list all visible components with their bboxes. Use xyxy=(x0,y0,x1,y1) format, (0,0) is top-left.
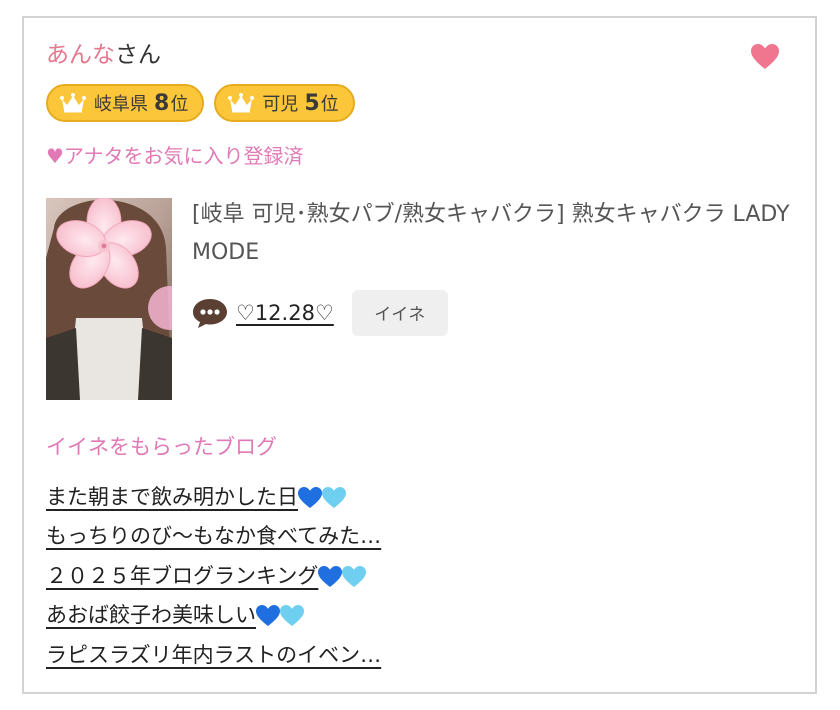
light-blue-heart-icon xyxy=(280,605,304,627)
badge-rank-unit: 位 xyxy=(320,94,339,115)
badge-area: 可児 xyxy=(262,94,299,115)
crown-icon xyxy=(60,93,86,113)
list-item[interactable]: あおば餃子わ美味しい xyxy=(46,595,381,635)
speech-bubble-icon[interactable] xyxy=(192,297,228,329)
badge-rank: 5 xyxy=(304,90,320,116)
heart-icon[interactable] xyxy=(751,44,779,70)
favorite-status: ♥アナタをお気に入り登録済 xyxy=(46,144,304,168)
profile-card: あんなさん 岐阜県 8 位 可児 5 位 ♥アナタをお気に入り登録済 [岐阜 可… xyxy=(22,16,817,694)
ranking-badge-prefecture[interactable]: 岐阜県 8 位 xyxy=(46,84,205,122)
badge-rank-unit: 位 xyxy=(170,94,189,115)
liked-blogs-heading: イイネをもらったブログ xyxy=(46,435,277,459)
ranking-badges: 岐阜県 8 位 可児 5 位 xyxy=(46,84,355,122)
badge-area: 岐阜県 xyxy=(94,94,148,115)
light-blue-heart-icon xyxy=(322,486,346,508)
blog-link-text: あおば餃子わ美味しい xyxy=(46,603,256,628)
post-date-link[interactable]: ♡12.28♡ xyxy=(236,301,334,325)
blog-link-text: ２０２５年ブログランキング xyxy=(46,563,319,588)
blog-link-text: また朝まで飲み明かした日 xyxy=(46,484,298,509)
profile-photo[interactable] xyxy=(46,198,172,400)
list-item[interactable]: ラピスラズリ年内ラストのイベン… xyxy=(46,634,381,674)
list-item[interactable]: また朝まで飲み明かした日 xyxy=(46,476,381,516)
badge-rank: 8 xyxy=(154,90,170,116)
shop-title[interactable]: [岐阜 可児･熟女パブ/熟女キャバクラ] 熟女キャバクラ LADY MODE xyxy=(192,196,802,272)
light-blue-heart-icon xyxy=(342,565,367,587)
crown-icon xyxy=(228,93,255,113)
ranking-badge-city[interactable]: 可児 5 位 xyxy=(214,84,355,122)
blog-link[interactable]: また朝まで飲み明かした日 xyxy=(46,481,346,511)
like-button[interactable]: イイネ xyxy=(351,290,448,336)
profile-name-suffix: さん xyxy=(115,42,161,68)
post-meta: ♡12.28♡ イイネ xyxy=(192,290,448,336)
blog-link[interactable]: もっちりのび〜もなか食べてみた… xyxy=(46,520,381,550)
blue-heart-icon xyxy=(318,565,343,587)
list-item[interactable]: ２０２５年ブログランキング xyxy=(46,555,381,595)
blog-link[interactable]: ラピスラズリ年内ラストのイベン… xyxy=(46,639,381,669)
blog-link-text: もっちりのび〜もなか食べてみた… xyxy=(46,524,382,549)
blue-heart-icon xyxy=(298,486,322,508)
blog-link[interactable]: あおば餃子わ美味しい xyxy=(46,599,304,629)
liked-blogs-list: また朝まで飲み明かした日 もっちりのび〜もなか食べてみた… ２０２５年ブログラン… xyxy=(46,476,381,674)
profile-name: あんなさん xyxy=(46,40,161,70)
profile-name-text[interactable]: あんな xyxy=(46,42,115,68)
list-item[interactable]: もっちりのび〜もなか食べてみた… xyxy=(46,516,381,556)
blue-heart-icon xyxy=(256,605,280,627)
blog-link-text: ラピスラズリ年内ラストのイベン… xyxy=(46,642,382,667)
blog-link[interactable]: ２０２５年ブログランキング xyxy=(46,560,367,590)
